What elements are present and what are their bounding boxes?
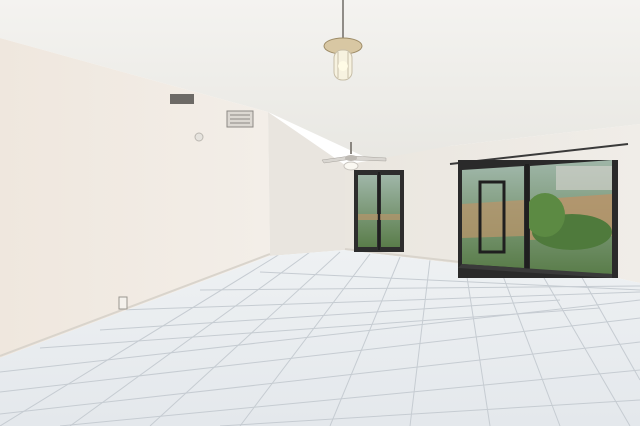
hvac-vent-small	[170, 94, 194, 104]
room-scene	[0, 0, 640, 426]
smoke-detector	[194, 132, 204, 142]
sliding-glass-door	[458, 160, 618, 278]
hvac-vent	[226, 110, 254, 128]
electrical-outlet	[118, 296, 128, 310]
window-center	[354, 170, 404, 252]
